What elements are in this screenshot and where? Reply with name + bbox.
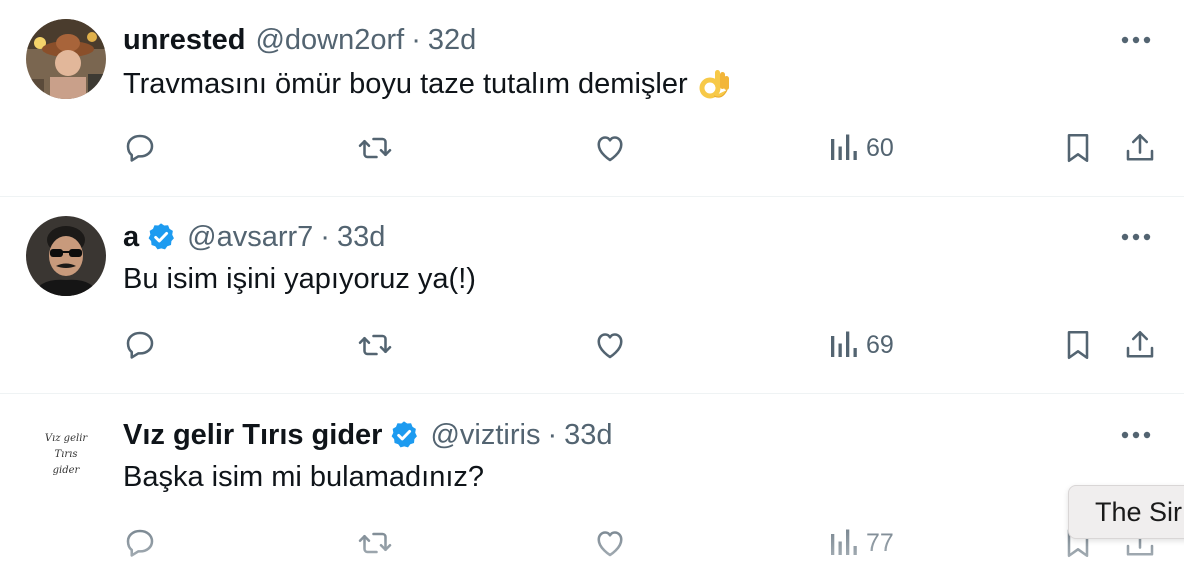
tweet-text: Başka isim mi bulamadınız? bbox=[123, 461, 484, 494]
like-button[interactable] bbox=[592, 128, 628, 168]
author-name[interactable]: unrested bbox=[123, 24, 245, 57]
views-button[interactable]: 77 bbox=[828, 523, 894, 563]
tweet-text-content: Bu isim işini yapıyoruz ya(!) bbox=[123, 263, 476, 295]
tooltip-text: The Sir bbox=[1095, 496, 1183, 527]
tweet-feed: unrested @down2orf · 32d Travmasını ömür… bbox=[0, 0, 1184, 568]
bookmark-icon bbox=[1067, 133, 1089, 163]
author-handle[interactable]: @down2orf bbox=[255, 24, 404, 57]
avatar-text-line: gider bbox=[53, 465, 81, 476]
author-handle[interactable]: @viztiris bbox=[430, 419, 540, 452]
bookmark-button[interactable] bbox=[1060, 325, 1096, 365]
reply-button[interactable] bbox=[122, 325, 158, 365]
tweet-actions: 60 bbox=[0, 128, 1184, 168]
views-count: 77 bbox=[866, 528, 894, 557]
more-options-button[interactable] bbox=[1118, 219, 1154, 255]
author-name[interactable]: Vız gelir Tırıs gider bbox=[123, 419, 382, 452]
timestamp[interactable]: 33d bbox=[337, 221, 385, 254]
bar-chart-icon bbox=[831, 529, 857, 555]
reply-button[interactable] bbox=[122, 523, 158, 563]
retweet-icon bbox=[358, 137, 392, 159]
tweet[interactable]: a @avsarr7 · 33d Bu isim işini yapıyoruz… bbox=[0, 197, 1184, 394]
tweet-text: Bu isim işini yapıyoruz ya(!) bbox=[123, 263, 476, 296]
timestamp[interactable]: 32d bbox=[428, 24, 476, 57]
retweet-button[interactable] bbox=[357, 523, 393, 563]
tweet-actions: 69 bbox=[0, 325, 1184, 365]
share-button[interactable] bbox=[1122, 325, 1158, 365]
separator-dot: · bbox=[320, 220, 330, 253]
tweet[interactable]: unrested @down2orf · 32d Travmasını ömür… bbox=[0, 0, 1184, 197]
bar-chart-icon bbox=[831, 331, 857, 357]
bar-chart-icon bbox=[831, 134, 857, 160]
heart-icon bbox=[597, 136, 623, 162]
separator-dot: · bbox=[547, 418, 558, 451]
like-button[interactable] bbox=[592, 325, 628, 365]
separator-dot: · bbox=[411, 23, 421, 56]
avatar-calligraphy-icon: Vız gelir Tırıs gider bbox=[26, 414, 106, 494]
retweet-button[interactable] bbox=[357, 325, 393, 365]
timestamp[interactable]: 33d bbox=[564, 419, 612, 452]
views-button[interactable]: 60 bbox=[828, 128, 894, 168]
views-button[interactable]: 69 bbox=[828, 325, 894, 365]
tweet-actions: 77 bbox=[0, 523, 1184, 563]
share-button[interactable] bbox=[1122, 128, 1158, 168]
avatar[interactable]: Vız gelir Tırıs gider bbox=[26, 414, 106, 494]
more-options-button[interactable] bbox=[1118, 417, 1154, 453]
tweet-header: unrested @down2orf · 32d bbox=[123, 22, 476, 58]
ellipsis-icon bbox=[1121, 431, 1151, 439]
author-handle[interactable]: @avsarr7 bbox=[187, 221, 313, 254]
tweet-text-content: Başka isim mi bulamadınız? bbox=[123, 461, 485, 493]
reply-button[interactable] bbox=[122, 128, 158, 168]
tweet-text: Travmasını ömür boyu taze tutalım demişl… bbox=[123, 66, 732, 102]
verified-badge-icon[interactable] bbox=[145, 221, 177, 253]
avatar[interactable] bbox=[26, 19, 106, 99]
heart-icon bbox=[597, 333, 623, 359]
reply-icon bbox=[126, 529, 154, 557]
more-options-button[interactable] bbox=[1118, 22, 1154, 58]
reply-icon bbox=[126, 331, 154, 359]
tweet-header: Vız gelir Tırıs gider @viztiris · 33d bbox=[123, 417, 613, 453]
share-icon bbox=[1126, 133, 1154, 161]
reply-icon bbox=[126, 134, 154, 162]
bookmark-button[interactable] bbox=[1060, 128, 1096, 168]
avatar-photo-icon bbox=[26, 19, 106, 99]
tweet-header: a @avsarr7 · 33d bbox=[123, 219, 385, 255]
tweet[interactable]: Vız gelir Tırıs gider Vız gelir Tırıs gi… bbox=[0, 395, 1184, 568]
avatar[interactable] bbox=[26, 216, 106, 296]
ok-hand-emoji-icon bbox=[696, 66, 732, 102]
tooltip: The Sir bbox=[1068, 485, 1184, 539]
heart-icon bbox=[597, 531, 623, 557]
retweet-icon bbox=[358, 334, 392, 356]
author-name[interactable]: a bbox=[123, 221, 139, 254]
bookmark-icon bbox=[1067, 330, 1089, 360]
avatar-text-line: Tırıs bbox=[55, 449, 78, 460]
share-icon bbox=[1126, 330, 1154, 358]
retweet-button[interactable] bbox=[357, 128, 393, 168]
ellipsis-icon bbox=[1121, 233, 1151, 241]
views-count: 60 bbox=[866, 133, 894, 162]
avatar-photo-icon bbox=[26, 216, 106, 296]
views-count: 69 bbox=[866, 330, 894, 359]
avatar-text-line: Vız gelir bbox=[45, 433, 89, 444]
ellipsis-icon bbox=[1121, 36, 1151, 44]
like-button[interactable] bbox=[592, 523, 628, 563]
tweet-text-content: Travmasını ömür boyu taze tutalım demişl… bbox=[123, 67, 688, 100]
retweet-icon bbox=[358, 532, 392, 554]
verified-badge-icon[interactable] bbox=[388, 419, 420, 451]
